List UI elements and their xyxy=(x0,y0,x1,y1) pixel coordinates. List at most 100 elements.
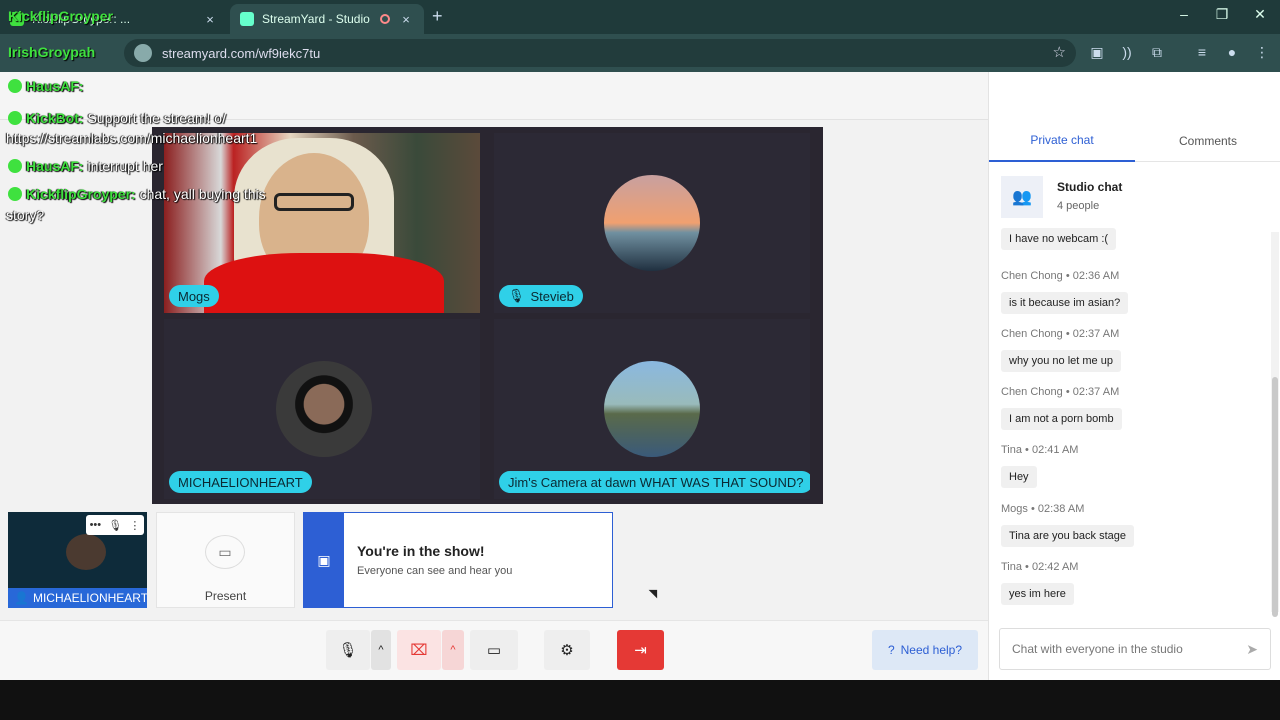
message-meta: Tina • 02:42 AM xyxy=(1001,561,1079,573)
mic-button[interactable]: 🎙 xyxy=(326,630,370,670)
audio-extension-icon[interactable]: )) xyxy=(1117,44,1137,60)
studio-chat-title: Studio chat xyxy=(1057,180,1123,194)
chat-message: Tina • 02:41 AM Hey xyxy=(1001,444,1256,488)
tile-stevieb[interactable]: 🎙 Stevieb xyxy=(494,133,810,313)
message-meta: Chen Chong • 02:37 AM xyxy=(1001,328,1120,340)
chat-message: Mogs • 02:38 AM Tina are you back stage xyxy=(1001,503,1256,547)
minimize-icon[interactable]: – xyxy=(1174,6,1194,22)
tab-close-icon[interactable]: × xyxy=(398,12,414,27)
screen: KickflipGroyper: ... × StreamYard - Stud… xyxy=(0,0,1280,720)
studio-chat-count: 4 people xyxy=(1057,200,1100,212)
tile-jims-camera[interactable]: Jim's Camera at dawn WHAT WAS THAT SOUND… xyxy=(494,319,810,499)
kebab-menu-icon[interactable]: ⋮ xyxy=(129,519,140,532)
recording-icon xyxy=(380,14,390,24)
overlay-chat-line: https://streamlabs.com/michaelionheart1 xyxy=(6,130,258,146)
need-help-button[interactable]: ? Need help? xyxy=(872,630,978,670)
extension-icon[interactable]: ▣ xyxy=(1087,44,1107,61)
bottom-band xyxy=(0,680,1280,720)
profile-avatar[interactable]: ● xyxy=(1222,44,1242,60)
message-meta: Chen Chong • 02:36 AM xyxy=(1001,270,1120,282)
self-camera-preview[interactable]: ••• 🎙 ⋮ 👤 MICHAELIONHEART xyxy=(8,512,147,608)
help-icon: ? xyxy=(887,643,895,657)
stage: Mogs 🎙 Stevieb MICHAELIONHEART Jim's Cam… xyxy=(152,127,823,504)
message-text: I have no webcam :( xyxy=(1001,228,1117,250)
overlay-chat-line: KickflipGroyper: chat, yall buying this xyxy=(8,186,266,202)
mic-icon[interactable]: 🎙 xyxy=(108,519,122,532)
message-text: yes im here xyxy=(1001,583,1074,605)
message-text: Tina are you back stage xyxy=(1001,525,1134,547)
tab-comments[interactable]: Comments xyxy=(1135,120,1280,162)
studio-chat-header: 👥 Studio chat 4 people xyxy=(1001,176,1271,220)
close-window-icon[interactable]: ✕ xyxy=(1250,6,1270,23)
message-meta: Mogs • 02:38 AM xyxy=(1001,503,1085,515)
overlay-chat-line: HausAF: interrupt her xyxy=(8,158,163,174)
chat-tabs: Private chat Comments xyxy=(989,120,1280,162)
in-show-notice: ▣ You're in the show! Everyone can see a… xyxy=(303,512,613,608)
tab-title: StreamYard - Studio xyxy=(262,12,370,26)
new-tab-button[interactable]: + xyxy=(432,6,443,27)
chat-scrollbar[interactable] xyxy=(1271,232,1279,617)
chat-input-placeholder: Chat with everyone in the studio xyxy=(1012,642,1183,656)
camera-options-chevron-icon[interactable]: ^ xyxy=(442,630,464,670)
chat-panel: Private chat Comments 👥 Studio chat 4 pe… xyxy=(988,72,1280,680)
overlay-chat-line: story? xyxy=(6,207,45,223)
scrollbar-thumb[interactable] xyxy=(1272,377,1278,617)
restore-icon[interactable]: ❐ xyxy=(1212,6,1232,23)
tab-close-icon[interactable]: × xyxy=(202,12,218,27)
chat-message: I have no webcam :( xyxy=(1001,228,1256,250)
avatar xyxy=(276,361,372,457)
in-show-title: You're in the show! xyxy=(357,543,485,559)
chat-message: Tina • 02:42 AM yes im here xyxy=(1001,561,1256,605)
puzzle-icon[interactable]: ⧉ xyxy=(1147,44,1167,61)
overlay-top-user: KickflipGroyper xyxy=(8,8,114,24)
browser-tab-streamyard[interactable]: StreamYard - Studio × xyxy=(230,4,424,34)
name-tag: Jim's Camera at dawn WHAT WAS THAT SOUND… xyxy=(499,471,810,493)
overlay-chat-line: HausAF: xyxy=(8,78,84,94)
site-info-icon[interactable] xyxy=(134,44,152,62)
settings-gear-icon[interactable]: ⚙ xyxy=(544,630,590,670)
control-toolbar: 🎙 ^ ⌧ ^ ▭ ⚙ ⇥ ? Need help? xyxy=(0,620,988,680)
message-list: I have no webcam :( Chen Chong • 02:36 A… xyxy=(989,228,1269,608)
chat-message: Chen Chong • 02:37 AM I am not a porn bo… xyxy=(1001,386,1256,430)
tab-private-chat[interactable]: Private chat xyxy=(989,120,1135,162)
chat-message: Chen Chong • 02:36 AM is it because im a… xyxy=(1001,270,1256,314)
present-screen-icon: ▭ xyxy=(205,535,245,569)
mic-muted-icon: 🎙 xyxy=(508,288,525,303)
message-text: I am not a porn bomb xyxy=(1001,408,1122,430)
address-bar[interactable]: streamyard.com/wf9iekc7tu ☆ xyxy=(124,39,1076,67)
media-icon[interactable]: ≡ xyxy=(1192,44,1212,60)
send-icon[interactable]: ➤ xyxy=(1246,641,1258,658)
present-button[interactable]: ▭ Present xyxy=(156,512,295,608)
person-icon: 👤 xyxy=(14,591,29,605)
name-tag: MICHAELIONHEART xyxy=(169,471,312,493)
tile-michaelionheart[interactable]: MICHAELIONHEART xyxy=(164,319,480,499)
avatar xyxy=(604,361,700,457)
message-meta: Chen Chong • 02:37 AM xyxy=(1001,386,1120,398)
chat-input[interactable]: Chat with everyone in the studio ➤ xyxy=(999,628,1271,670)
message-text: why you no let me up xyxy=(1001,350,1121,372)
name-tag: Mogs xyxy=(169,285,219,307)
self-label: 👤 MICHAELIONHEART xyxy=(8,588,147,608)
menu-icon[interactable]: ⋮ xyxy=(1252,44,1272,61)
people-icon: 👥 xyxy=(1001,176,1043,218)
share-screen-button[interactable]: ▭ xyxy=(470,630,518,670)
leave-studio-button[interactable]: ⇥ xyxy=(617,630,664,670)
streamyard-favicon-icon xyxy=(240,12,254,26)
bookmark-star-icon[interactable]: ☆ xyxy=(1053,43,1066,61)
studio-app: Mogs 🎙 Stevieb MICHAELIONHEART Jim's Cam… xyxy=(0,72,1280,680)
url-text: streamyard.com/wf9iekc7tu xyxy=(162,45,321,61)
message-text: Hey xyxy=(1001,466,1037,488)
self-face xyxy=(66,534,106,570)
present-label: Present xyxy=(204,589,247,603)
in-show-subtitle: Everyone can see and hear you xyxy=(357,565,513,577)
message-text: is it because im asian? xyxy=(1001,292,1129,314)
overlay-chat-line: KickBot: Support the stream! o/ xyxy=(8,110,226,126)
mic-options-chevron-icon[interactable]: ^ xyxy=(371,630,391,670)
more-dots-icon[interactable]: ••• xyxy=(90,519,102,531)
camera-off-button[interactable]: ⌧ xyxy=(397,630,441,670)
overlay-addr-user: IrishGroypah xyxy=(8,44,96,60)
chat-message: Chen Chong • 02:37 AM why you no let me … xyxy=(1001,328,1256,372)
message-meta: Tina • 02:41 AM xyxy=(1001,444,1079,456)
tile-mogs[interactable]: Mogs xyxy=(164,133,480,313)
avatar xyxy=(604,175,700,271)
